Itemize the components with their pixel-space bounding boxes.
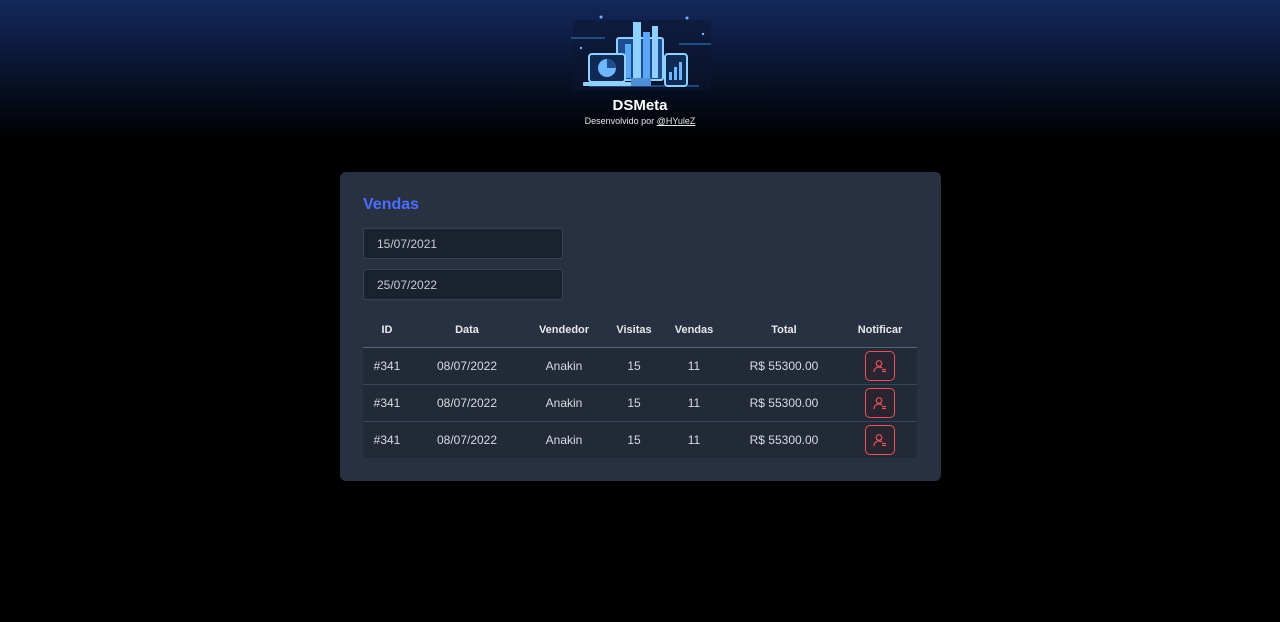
table-row: #341 08/07/2022 Anakin 15 11 R$ 55300.00 [363,347,917,385]
cell-id: #341 [363,384,411,422]
cell-notify [843,347,917,385]
cell-id: #341 [363,421,411,458]
user-notify-icon [873,434,886,447]
cell-total: R$ 55300.00 [725,347,843,385]
sales-card: Vendas ID Data Vendedor Visitas Vendas T… [340,172,941,481]
cell-visits: 15 [605,347,663,385]
author-link[interactable]: @HYuleZ [657,116,696,126]
cell-seller: Anakin [523,421,605,458]
cell-date: 08/07/2022 [411,347,523,385]
cell-sales: 11 [663,421,725,458]
user-notify-icon [873,397,886,410]
cell-seller: Anakin [523,347,605,385]
cell-notify [843,421,917,458]
table-row: #341 08/07/2022 Anakin 15 11 R$ 55300.00 [363,384,917,422]
cell-id: #341 [363,347,411,385]
cell-total: R$ 55300.00 [725,421,843,458]
cell-date: 08/07/2022 [411,421,523,458]
column-header-sales: Vendas [663,312,725,348]
cell-sales: 11 [663,347,725,385]
cell-visits: 15 [605,421,663,458]
column-header-date: Data [411,312,523,348]
table-row: #341 08/07/2022 Anakin 15 11 R$ 55300.00 [363,421,917,458]
cell-sales: 11 [663,384,725,422]
column-header-visits: Visitas [605,312,663,348]
cell-notify [843,384,917,422]
column-header-total: Total [725,312,843,348]
notify-button[interactable] [865,425,895,455]
page-header: DSMeta Desenvolvido por @HYuleZ [0,0,1280,140]
column-header-id: ID [363,312,411,348]
date-from-input[interactable] [363,228,563,259]
sales-table: ID Data Vendedor Visitas Vendas Total No… [363,312,917,458]
column-header-seller: Vendedor [523,312,605,348]
dashboard-logo-icon [571,15,711,90]
sales-card-title: Vendas [363,196,420,213]
brand-title: DSMeta [612,97,668,114]
cell-date: 08/07/2022 [411,384,523,422]
cell-visits: 15 [605,384,663,422]
brand-subtitle-text: Desenvolvido por [584,116,657,126]
sales-table-header: ID Data Vendedor Visitas Vendas Total No… [363,312,917,348]
brand-subtitle: Desenvolvido por @HYuleZ [0,116,1280,126]
cell-total: R$ 55300.00 [725,384,843,422]
user-notify-icon [873,360,886,373]
notify-button[interactable] [865,351,895,381]
date-to-input[interactable] [363,269,563,300]
column-header-notify: Notificar [843,312,917,348]
cell-seller: Anakin [523,384,605,422]
notify-button[interactable] [865,388,895,418]
